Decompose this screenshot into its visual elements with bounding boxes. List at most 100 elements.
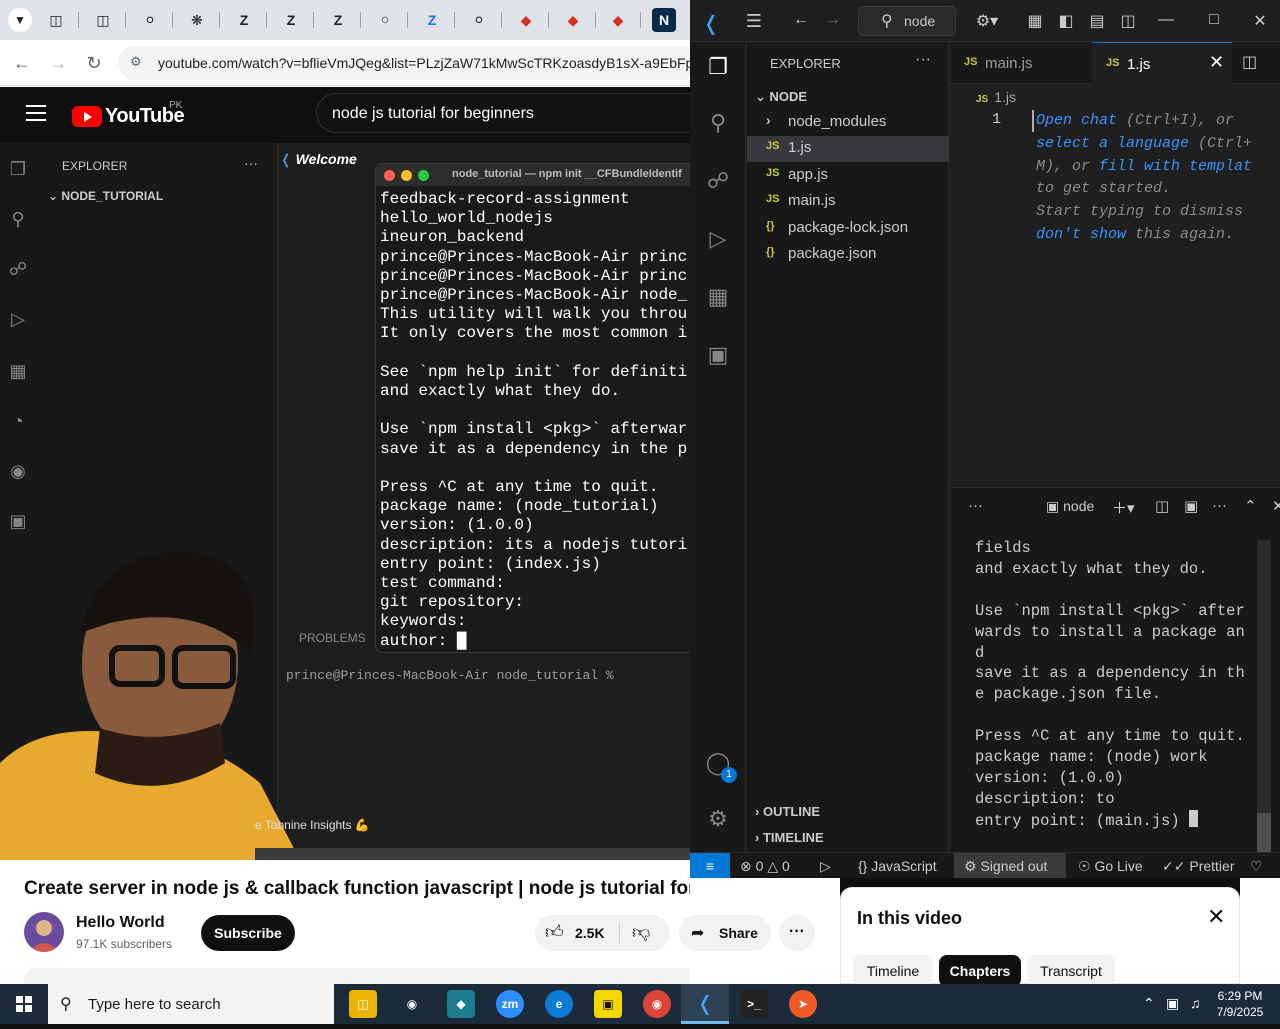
run-debug-icon[interactable]: ▷: [703, 226, 733, 256]
chevron-up-icon[interactable]: ⌃: [1244, 497, 1257, 515]
back-arrow-icon[interactable]: ←: [10, 51, 34, 75]
chip-transcript[interactable]: Transcript: [1027, 955, 1115, 987]
file-app-js[interactable]: JS app.js: [747, 163, 949, 189]
zoom-icon[interactable]: zm: [496, 990, 524, 1018]
trash-icon[interactable]: ▣: [1184, 497, 1198, 515]
vscode-icon[interactable]: ❬: [691, 990, 719, 1018]
like-count[interactable]: 2.5K: [575, 925, 605, 941]
gear-icon[interactable]: ⚙: [703, 806, 733, 836]
tab-favicon-n-icon[interactable]: N: [652, 8, 676, 32]
tab-favicon-2[interactable]: ◫: [91, 8, 115, 32]
new-terminal-icon[interactable]: ＋▾: [1112, 497, 1135, 518]
tab-favicon-diamond-icon[interactable]: ◆: [561, 8, 585, 32]
chevron-up-icon[interactable]: ⌃: [1143, 995, 1155, 1012]
bell-icon[interactable]: ♡: [1250, 858, 1263, 875]
back-arrow-icon[interactable]: ←: [790, 11, 812, 31]
network-icon[interactable]: ▣: [1166, 995, 1179, 1012]
site-info-icon[interactable]: ⚙: [130, 54, 148, 72]
forward-arrow-icon[interactable]: →: [822, 11, 844, 31]
file-package-lock-json[interactable]: {} package-lock.json: [747, 216, 949, 242]
youtube-logo[interactable]: YouTube: [72, 105, 185, 127]
breadcrumb[interactable]: JS 1.js: [976, 89, 1016, 105]
copilot-icon[interactable]: ⚙▾: [970, 11, 1004, 31]
dont-show-link[interactable]: don't show: [1036, 226, 1126, 243]
go-live-button[interactable]: ☉ Go Live: [1078, 858, 1143, 875]
close-icon[interactable]: ✕: [1250, 11, 1270, 31]
terminal-selector[interactable]: ▣ node: [1046, 498, 1094, 515]
tab-favicon-z[interactable]: Z: [420, 8, 444, 32]
maximize-icon[interactable]: □: [1204, 11, 1224, 31]
toggle-secondary-sidebar-icon[interactable]: ◫: [1118, 11, 1138, 31]
select-language-link[interactable]: select a language: [1036, 135, 1189, 152]
sticky-notes-icon[interactable]: ▣: [594, 990, 622, 1018]
paint-icon[interactable]: ◉: [398, 990, 426, 1018]
signed-out-item[interactable]: ⚙ Signed out: [954, 853, 1066, 878]
extensions-icon[interactable]: ▦: [703, 284, 733, 314]
thumbs-up-icon[interactable]: 👍︎: [545, 921, 564, 943]
close-icon[interactable]: ✕: [1207, 904, 1225, 930]
split-terminal-icon[interactable]: ◫: [1155, 497, 1169, 515]
remote-indicator-icon[interactable]: ≡: [690, 853, 730, 878]
menu-icon[interactable]: ☰: [742, 11, 766, 31]
subscribe-button[interactable]: Subscribe: [201, 915, 295, 951]
more-actions-button[interactable]: ···: [779, 915, 815, 951]
start-button[interactable]: [0, 984, 48, 1024]
open-chat-link[interactable]: Open chat: [1036, 112, 1117, 129]
reload-icon[interactable]: ↻: [82, 51, 106, 75]
volume-icon[interactable]: ♫: [1190, 995, 1201, 1011]
tab-favicon-globe-icon[interactable]: ⚪: [373, 8, 397, 32]
tab-favicon-z[interactable]: Z: [232, 8, 256, 32]
terminal-tabs-list[interactable]: [1274, 528, 1280, 853]
tab-search-button[interactable]: ▼: [8, 8, 32, 32]
tab-favicon-openai-icon[interactable]: ❋: [185, 8, 209, 32]
toggle-panel-icon[interactable]: ▤: [1087, 11, 1107, 31]
debug-status-icon[interactable]: ▷: [820, 858, 831, 875]
terminal-output[interactable]: fields and exactly what they do. Use `npm…: [975, 538, 1265, 832]
clock[interactable]: 6:29 PM 7/9/2025: [1210, 988, 1270, 1020]
tab-favicon-z[interactable]: Z: [279, 8, 303, 32]
problems-status[interactable]: ⊗ 0 △ 0: [740, 858, 790, 875]
timeline-section[interactable]: › TIMELINE: [755, 830, 824, 845]
folder-node[interactable]: ⌄ NODE: [755, 89, 807, 105]
video-player[interactable]: ❐ ⚲ ☍ ▷ ▦ ◔ ◉ ▣ EXPLORER ··· ⌄ NODE_TUTO…: [0, 143, 690, 860]
file-explorer-icon[interactable]: ◫: [349, 990, 377, 1018]
command-center[interactable]: ⚲ node: [858, 6, 956, 36]
fill-template-link[interactable]: fill with templat: [1099, 158, 1252, 175]
tab-favicon-diamond-icon[interactable]: ◆: [514, 8, 538, 32]
tab-favicon-globe-icon[interactable]: ⚪: [467, 8, 491, 32]
chip-timeline[interactable]: Timeline: [853, 955, 933, 987]
file-1-js[interactable]: JS 1.js: [747, 136, 949, 162]
more-actions-icon[interactable]: ···: [915, 51, 931, 69]
forward-arrow-icon[interactable]: →: [46, 51, 70, 75]
more-icon[interactable]: ···: [1212, 497, 1227, 514]
search-input[interactable]: node js tutorial for beginners: [316, 93, 690, 133]
thumbs-down-icon[interactable]: 👎︎: [632, 921, 650, 943]
minimize-icon[interactable]: —: [1156, 11, 1176, 31]
share-button[interactable]: ➦ Share: [679, 915, 771, 951]
file-main-js[interactable]: JS main.js: [747, 189, 949, 215]
file-node-modules[interactable]: › node_modules: [747, 110, 949, 136]
customize-layout-icon[interactable]: ▦: [1025, 11, 1045, 31]
channel-avatar[interactable]: [24, 912, 64, 952]
tab-favicon-globe-icon[interactable]: ⚪: [138, 8, 162, 32]
channel-name[interactable]: Hello World: [76, 914, 165, 932]
taskbar-search[interactable]: ⚲ Type here to search: [48, 984, 334, 1024]
close-icon[interactable]: ✕: [1209, 52, 1224, 73]
outline-section[interactable]: › OUTLINE: [755, 804, 820, 819]
menu-icon[interactable]: [26, 105, 46, 121]
terminal-scrollbar[interactable]: [1257, 540, 1271, 853]
chip-chapters[interactable]: Chapters: [939, 955, 1021, 987]
close-icon[interactable]: ✕: [1272, 497, 1280, 515]
split-editor-icon[interactable]: ◫: [1242, 52, 1257, 72]
toggle-sidebar-icon[interactable]: ◧: [1056, 11, 1076, 31]
prettier-status[interactable]: ✓✓ Prettier: [1162, 858, 1234, 875]
tab-favicon-z[interactable]: Z: [326, 8, 350, 32]
url-field[interactable]: ⚙ youtube.com/watch?v=bflieVmJQeg&list=P…: [118, 46, 690, 80]
tab-favicon-diamond-icon[interactable]: ◆: [606, 8, 630, 32]
file-package-json[interactable]: {} package.json: [747, 242, 949, 268]
terminal-icon[interactable]: >_: [740, 990, 768, 1018]
scrollbar-thumb[interactable]: [1257, 813, 1271, 853]
tab-favicon-1[interactable]: ◫: [44, 8, 68, 32]
edge-icon[interactable]: e: [545, 990, 573, 1018]
remote-explorer-icon[interactable]: ▣: [703, 342, 733, 372]
